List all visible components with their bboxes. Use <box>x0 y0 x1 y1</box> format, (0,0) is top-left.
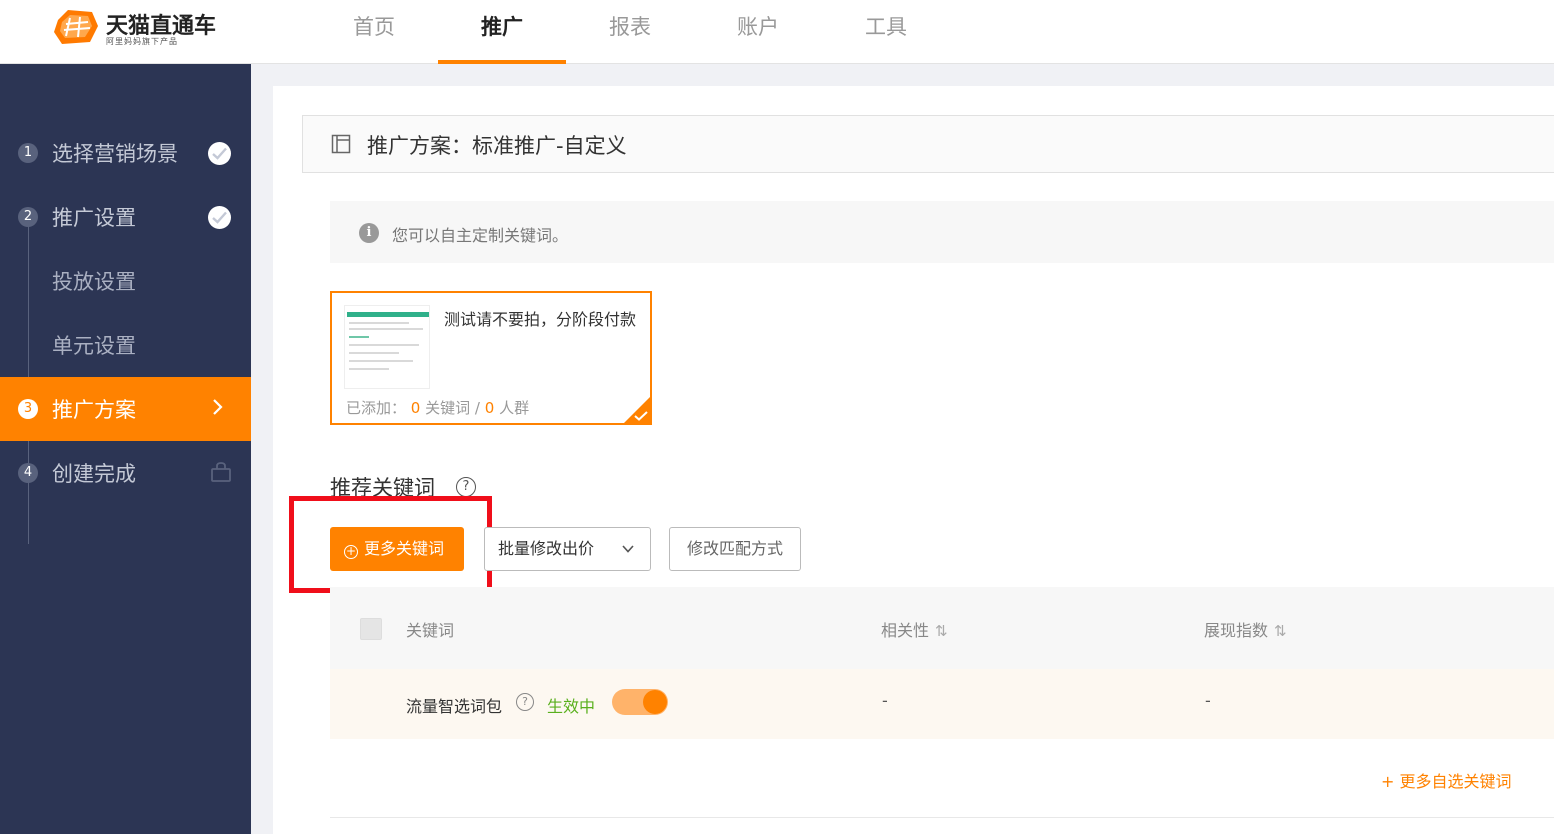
keyword-count: 0 <box>410 399 421 417</box>
step-sidebar: 1 选择营销场景 2 推广设置 投放设置 单元设置 3 推广方案 4 创建完成 <box>0 64 251 834</box>
help-icon[interactable]: ? <box>456 477 476 497</box>
keywords-table: 关键词 相关性 ⇅ 展现指数 ⇅ 流量智选词包 ? 生效中 - - <box>330 587 1554 739</box>
logo-subtitle: 阿里妈妈旗下产品 <box>106 37 178 46</box>
top-bar: 天猫直通车 阿里妈妈旗下产品 首页 推广 报表 账户 工具 <box>0 0 1554 64</box>
selected-check-icon <box>634 411 648 421</box>
keyword-toggle[interactable] <box>612 689 668 715</box>
step-label: 创建完成 <box>52 462 136 486</box>
toggle-knob <box>643 690 667 714</box>
chevron-down-icon <box>622 545 634 553</box>
check-circle-icon <box>208 142 231 165</box>
step-label: 推广方案 <box>52 398 136 422</box>
nav-account[interactable]: 账户 <box>694 0 822 64</box>
step-promotion-settings[interactable]: 2 推广设置 <box>0 185 251 249</box>
plan-title: 推广方案：标准推广-自定义 <box>367 134 627 158</box>
more-custom-keywords-link[interactable]: + 更多自选关键词 <box>1381 768 1512 792</box>
step-number: 1 <box>18 143 38 163</box>
status-badge: 生效中 <box>547 697 596 716</box>
plan-document-icon <box>331 134 351 154</box>
help-icon[interactable]: ? <box>516 693 534 711</box>
lock-icon <box>211 462 231 482</box>
keyword-name: 流量智选词包 <box>406 697 503 716</box>
step-number: 4 <box>18 463 38 483</box>
table-header: 关键词 相关性 ⇅ 展现指数 ⇅ <box>330 587 1554 669</box>
main-panel: 推广方案：标准推广-自定义 i 您可以自主定制关键词。 测试请不要拍，分阶段付款… <box>273 86 1554 834</box>
bulk-bid-label: 批量修改出价 <box>498 539 595 558</box>
tip-text: 您可以自主定制关键词。 <box>392 226 569 245</box>
column-impression-index[interactable]: 展现指数 ⇅ <box>1204 617 1287 641</box>
step-label: 选择营销场景 <box>52 142 178 166</box>
crowd-count: 0 <box>484 399 495 417</box>
unit-thumbnail <box>344 305 430 389</box>
divider <box>330 817 1554 818</box>
nav-home[interactable]: 首页 <box>310 0 438 64</box>
main-nav: 首页 推广 报表 账户 工具 <box>310 0 950 64</box>
logo-car-icon <box>54 10 98 44</box>
step-number: 3 <box>18 399 38 419</box>
table-row: 流量智选词包 ? 生效中 - - <box>330 669 1554 739</box>
column-keyword: 关键词 <box>406 621 455 640</box>
step-number: 2 <box>18 207 38 227</box>
unit-name: 测试请不要拍，分阶段付款 <box>444 310 637 329</box>
impression-index-value: - <box>1205 691 1211 710</box>
select-all-checkbox[interactable] <box>360 618 382 640</box>
bulk-bid-dropdown[interactable]: 批量修改出价 <box>484 527 651 571</box>
step-label: 推广设置 <box>52 206 136 230</box>
step-label: 单元设置 <box>52 334 136 358</box>
tip-bar: i 您可以自主定制关键词。 <box>330 201 1554 263</box>
step-select-scene[interactable]: 1 选择营销场景 <box>0 121 251 185</box>
logo[interactable]: 天猫直通车 阿里妈妈旗下产品 <box>52 6 242 50</box>
step-delivery-settings[interactable]: 投放设置 <box>0 249 251 313</box>
more-keywords-button[interactable]: + 更多关键词 <box>330 527 464 571</box>
recommended-keywords-title: 推荐关键词 <box>330 476 435 500</box>
nav-tools[interactable]: 工具 <box>822 0 950 64</box>
info-icon: i <box>359 223 379 243</box>
check-circle-icon <box>208 206 231 229</box>
column-relevance-label: 相关性 <box>881 621 930 640</box>
step-label: 投放设置 <box>52 270 136 294</box>
step-unit-settings[interactable]: 单元设置 <box>0 313 251 377</box>
change-match-mode-button[interactable]: 修改匹配方式 <box>669 527 801 571</box>
sort-icon: ⇅ <box>1274 622 1287 640</box>
column-relevance[interactable]: 相关性 ⇅ <box>881 617 948 641</box>
more-keywords-label: 更多关键词 <box>364 539 445 558</box>
nav-promotion[interactable]: 推广 <box>438 0 566 64</box>
relevance-value: - <box>882 691 888 710</box>
nav-reports[interactable]: 报表 <box>566 0 694 64</box>
keyword-label: 关键词 / <box>425 399 480 417</box>
step-promotion-plan[interactable]: 3 推广方案 <box>0 377 251 441</box>
unit-added-count: 已添加： 0 关键词 / 0 人群 <box>346 397 529 418</box>
column-impression-label: 展现指数 <box>1204 621 1269 640</box>
crowd-label: 人群 <box>499 399 530 417</box>
plus-circle-icon: + <box>344 544 358 559</box>
plan-header: 推广方案：标准推广-自定义 <box>302 115 1554 173</box>
step-creation-complete[interactable]: 4 创建完成 <box>0 441 251 505</box>
sort-icon: ⇅ <box>935 622 948 640</box>
chevron-right-icon <box>212 397 224 421</box>
added-label: 已添加： <box>346 399 407 417</box>
unit-card[interactable]: 测试请不要拍，分阶段付款 已添加： 0 关键词 / 0 人群 <box>330 291 652 425</box>
